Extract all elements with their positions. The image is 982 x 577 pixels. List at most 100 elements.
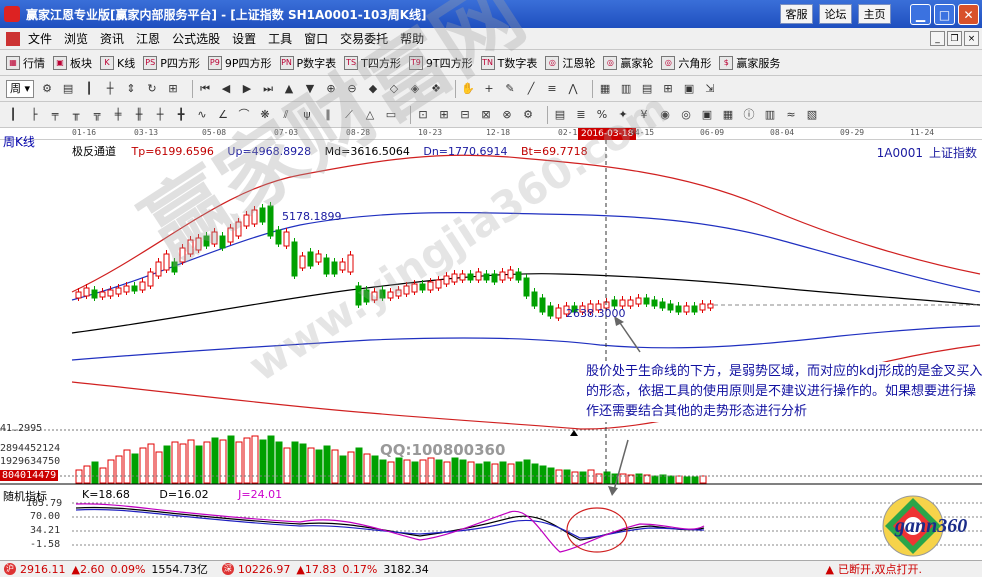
info-icon[interactable]: ⓘ xyxy=(742,108,756,122)
fib-icon[interactable]: ≡ xyxy=(545,82,559,96)
export-icon[interactable]: ⇲ xyxy=(703,82,717,96)
chart-sub-icon[interactable]: ⊟ xyxy=(458,108,472,122)
chart-type-icon[interactable]: ⊞ xyxy=(437,108,451,122)
map-icon[interactable]: ▧ xyxy=(805,108,819,122)
menu-gann[interactable]: 江恩 xyxy=(136,30,160,47)
prev-icon[interactable]: ◀ xyxy=(219,82,233,96)
maximize-icon[interactable]: □ xyxy=(934,4,955,25)
bars-icon[interactable]: ▥ xyxy=(763,108,777,122)
calendar-icon[interactable]: ▦ xyxy=(598,82,612,96)
zoom-in-icon[interactable]: ⊕ xyxy=(324,82,338,96)
report-icon[interactable]: ▤ xyxy=(640,82,654,96)
menu-settings[interactable]: 设置 xyxy=(232,30,256,47)
menu-window[interactable]: 窗口 xyxy=(304,30,328,47)
hand-icon[interactable]: ✋ xyxy=(461,82,475,96)
wave-icon[interactable]: ∿ xyxy=(195,108,209,122)
gann-grid-icon[interactable]: ╦ xyxy=(90,108,104,122)
ray-icon[interactable]: ⟋ xyxy=(342,108,356,122)
chip-icon[interactable]: ▣ xyxy=(700,108,714,122)
menu-info[interactable]: 资讯 xyxy=(100,30,124,47)
stack-icon[interactable]: ≣ xyxy=(574,108,588,122)
gann-line-icon[interactable]: ╤ xyxy=(48,108,62,122)
gann-fan-icon[interactable]: ╥ xyxy=(69,108,83,122)
menu-help[interactable]: 帮助 xyxy=(400,30,424,47)
toolbar-kline-button[interactable]: K K线 xyxy=(100,55,135,71)
crosshair-icon[interactable]: + xyxy=(482,82,496,96)
money-icon[interactable]: ¥ xyxy=(637,108,651,122)
toolbar-p-number-button[interactable]: PN P数字表 xyxy=(279,55,336,71)
chart-merge-icon[interactable]: ⊗ xyxy=(500,108,514,122)
fan-icon[interactable]: ⋀ xyxy=(566,82,580,96)
diamond-up-icon[interactable]: ◆ xyxy=(366,82,380,96)
diamond-left-icon[interactable]: ◈ xyxy=(408,82,422,96)
spiral-icon[interactable]: ❋ xyxy=(258,108,272,122)
next-icon[interactable]: ▶ xyxy=(240,82,254,96)
gear-icon[interactable]: ⚙ xyxy=(521,108,535,122)
bar-icon[interactable]: ┼ xyxy=(103,82,117,96)
toolbar-p-square-button[interactable]: PS P四方形 xyxy=(143,55,200,71)
cycle-lines-icon[interactable]: ┼ xyxy=(153,108,167,122)
last-icon[interactable]: ⏭ xyxy=(261,82,275,96)
toolbar-t-square-button[interactable]: TS T四方形 xyxy=(344,55,401,71)
rect-icon[interactable]: ▭ xyxy=(384,108,398,122)
draw-icon[interactable]: ✎ xyxy=(503,82,517,96)
close-icon[interactable]: ✕ xyxy=(958,4,979,25)
tools-icon[interactable]: ✦ xyxy=(616,108,630,122)
toolbar-gann-wheel-button[interactable]: ◎ 江恩轮 xyxy=(545,55,595,71)
connection-status[interactable]: 已断开,双点打开. xyxy=(838,561,922,577)
table-icon[interactable]: ▥ xyxy=(619,82,633,96)
percent-icon[interactable]: % xyxy=(595,108,609,122)
settings-icon[interactable]: ⚙ xyxy=(40,82,54,96)
cycle-icon[interactable]: ↻ xyxy=(145,82,159,96)
chart-grid-icon[interactable]: ⊞ xyxy=(661,82,675,96)
wave2-icon[interactable]: ≈ xyxy=(784,108,798,122)
gann-square-icon[interactable]: ╫ xyxy=(132,108,146,122)
compare-icon[interactable]: ⇕ xyxy=(124,82,138,96)
h-line-icon[interactable]: ├ xyxy=(27,108,41,122)
toolbar-9p-square-button[interactable]: P9 9P四方形 xyxy=(207,55,272,71)
up-icon[interactable]: ▲ xyxy=(282,82,296,96)
channel-icon[interactable]: ⫽ xyxy=(279,108,293,122)
angle-icon[interactable]: ∠ xyxy=(216,108,230,122)
chart-add-icon[interactable]: ⊠ xyxy=(479,108,493,122)
mdi-minimize-icon[interactable]: _ xyxy=(930,31,945,46)
parallel-icon[interactable]: ∥ xyxy=(321,108,335,122)
time-lines-icon[interactable]: ╋ xyxy=(174,108,188,122)
report2-icon[interactable]: ▤ xyxy=(553,108,567,122)
menu-trade[interactable]: 交易委托 xyxy=(340,30,388,47)
forum-button[interactable]: 论坛 xyxy=(819,4,852,24)
layout-icon[interactable]: ▤ xyxy=(61,82,75,96)
diamond-down-icon[interactable]: ◇ xyxy=(387,82,401,96)
target-icon[interactable]: ◎ xyxy=(679,108,693,122)
mdi-restore-icon[interactable]: ❐ xyxy=(947,31,962,46)
toolbar-list-button[interactable]: ▦ 行情 xyxy=(6,55,45,71)
zoom-chart-icon[interactable]: ⊡ xyxy=(416,108,430,122)
pitchfork-icon[interactable]: ψ xyxy=(300,108,314,122)
menu-formula[interactable]: 公式选股 xyxy=(172,30,220,47)
pointer-icon[interactable]: ┃ xyxy=(6,108,20,122)
coin-icon[interactable]: ◉ xyxy=(658,108,672,122)
menu-file[interactable]: 文件 xyxy=(28,30,52,47)
database-icon[interactable]: ▦ xyxy=(721,108,735,122)
customer-service-button[interactable]: 客服 xyxy=(780,4,813,24)
grid-icon[interactable]: ⊞ xyxy=(166,82,180,96)
toolbar-winner-wheel-button[interactable]: ◎ 赢家轮 xyxy=(603,55,653,71)
line-icon[interactable]: ╱ xyxy=(524,82,538,96)
period-select[interactable]: 周 ▾ xyxy=(6,79,35,98)
menu-tools[interactable]: 工具 xyxy=(268,30,292,47)
toolbar-t-number-button[interactable]: TN T数字表 xyxy=(480,55,537,71)
menu-browse[interactable]: 浏览 xyxy=(64,30,88,47)
folder-icon[interactable]: ▣ xyxy=(682,82,696,96)
mdi-close-icon[interactable]: × xyxy=(964,31,979,46)
candle-icon[interactable]: ┃ xyxy=(82,82,96,96)
first-icon[interactable]: ⏮ xyxy=(198,82,212,96)
homepage-button[interactable]: 主页 xyxy=(858,4,891,24)
zoom-out-icon[interactable]: ⊖ xyxy=(345,82,359,96)
arc-icon[interactable]: ⌒ xyxy=(237,108,251,122)
toolbar-blocks-button[interactable]: ▣ 板块 xyxy=(53,55,92,71)
toolbar-dollar-button[interactable]: $ 赢家服务 xyxy=(719,55,780,71)
down-icon[interactable]: ▼ xyxy=(303,82,317,96)
gann-box-icon[interactable]: ╪ xyxy=(111,108,125,122)
minimize-icon[interactable]: ▁ xyxy=(910,4,931,25)
toolbar-9t-square-button[interactable]: T9 9T四方形 xyxy=(408,55,473,71)
